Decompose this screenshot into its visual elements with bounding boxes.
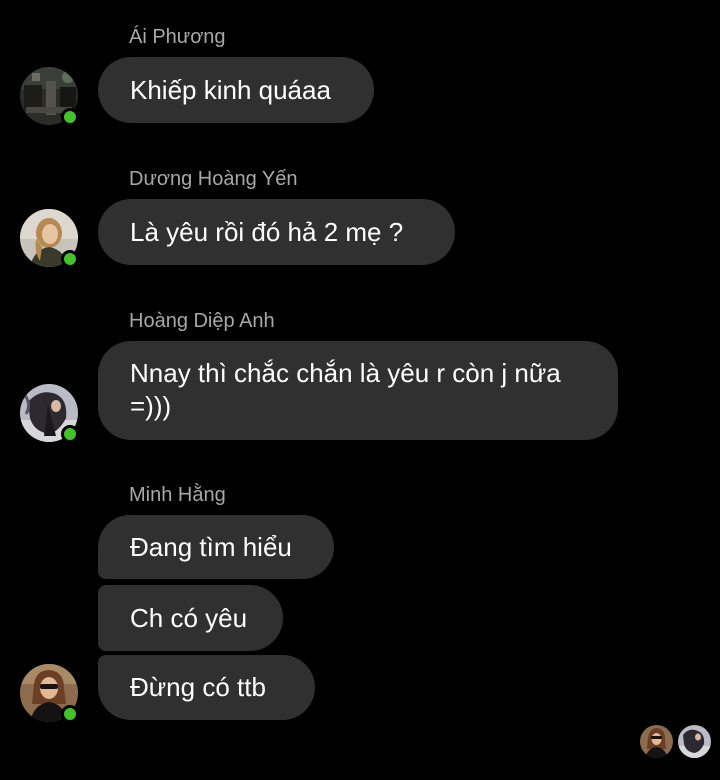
message-bubble[interactable]: Ch có yêu — [98, 585, 283, 651]
sender-name: Ái Phương — [129, 26, 226, 48]
message-bubble[interactable]: Khiếp kinh quáaa — [98, 57, 374, 123]
message-bubble[interactable]: Nnay thì chắc chắn là yêu r còn j nữa =)… — [98, 341, 618, 440]
sender-avatar[interactable] — [20, 209, 79, 268]
sender-name: Minh Hằng — [129, 484, 226, 506]
message-bubble[interactable]: Là yêu rồi đó hả 2 mẹ ? — [98, 199, 455, 265]
online-status-dot — [61, 705, 79, 723]
profile-photo-icon — [640, 725, 673, 758]
sender-name: Hoàng Diệp Anh — [129, 310, 275, 332]
message-bubble[interactable]: Đang tìm hiểu — [98, 515, 334, 579]
sender-avatar[interactable] — [20, 384, 79, 443]
online-status-dot — [61, 425, 79, 443]
seen-receipt-avatar — [640, 725, 673, 758]
sender-avatar[interactable] — [20, 664, 79, 723]
profile-photo-icon — [678, 725, 711, 758]
online-status-dot — [61, 250, 79, 268]
sender-avatar[interactable] — [20, 67, 79, 126]
sender-name: Dương Hoàng Yến — [129, 168, 298, 190]
message-bubble[interactable]: Đừng có ttb — [98, 655, 315, 720]
online-status-dot — [61, 108, 79, 126]
seen-receipt-avatar — [678, 725, 711, 758]
